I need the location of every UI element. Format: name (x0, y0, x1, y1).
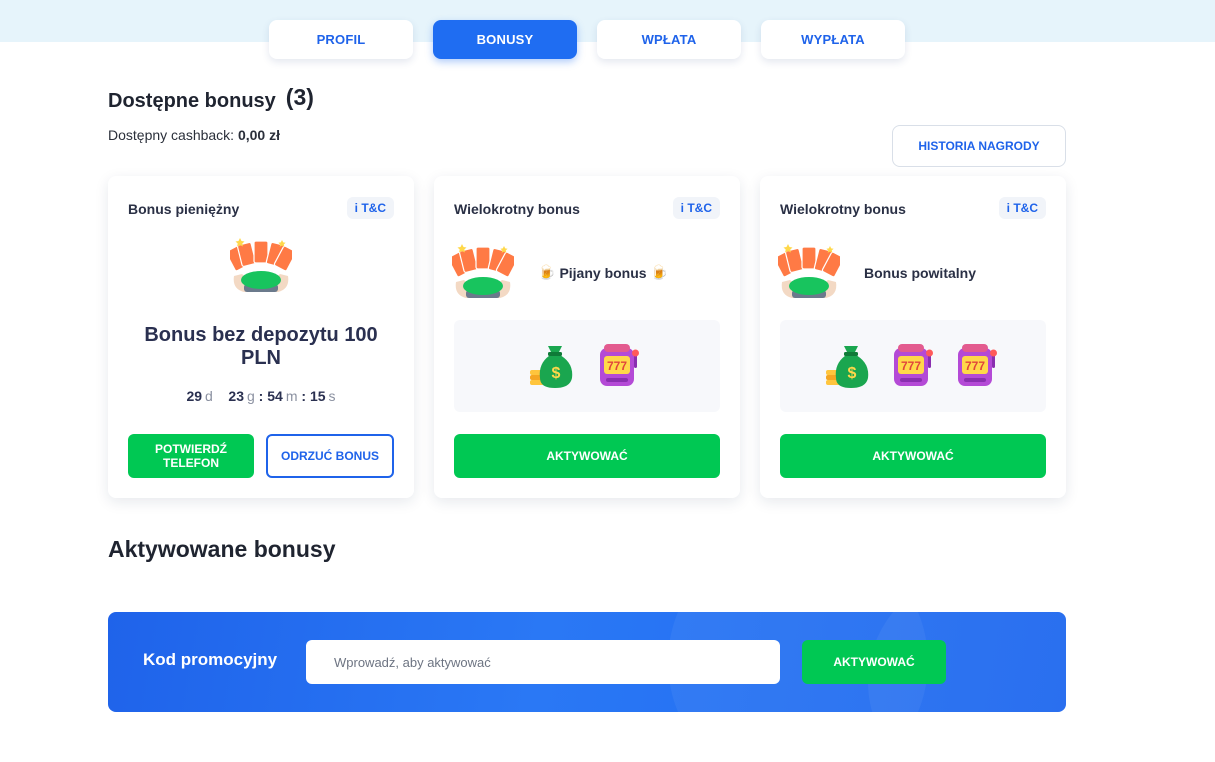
card-title: Bonus pieniężny (128, 201, 240, 217)
countdown-timer: 29 d 23 g : 54 m : 15 s (186, 388, 336, 404)
account-tabs: PROFIL BONUSY WPŁATA WYPŁATA (269, 20, 905, 59)
bonus-name: Bonus powitalny (864, 265, 976, 281)
money-bag-icon (528, 340, 578, 390)
rewards-box (780, 320, 1046, 412)
bonus-card-cash: Bonus pieniężny i T&C Bonus bez depozytu… (108, 176, 414, 498)
playing-cards-icon (230, 234, 292, 296)
tab-bonusy[interactable]: BONUSY (433, 20, 577, 59)
tab-wplata[interactable]: WPŁATA (597, 20, 741, 59)
terms-badge[interactable]: i T&C (346, 197, 394, 219)
slot-machine-icon (952, 340, 1002, 390)
promo-label: Kod promocyjny (143, 650, 278, 669)
card-title: Wielokrotny bonus (780, 201, 906, 217)
bonus-name: Bonus bez depozytu 100 PLN (144, 324, 378, 369)
cashback-label: Dostępny cashback: (108, 127, 235, 143)
slot-machine-icon (888, 340, 938, 390)
playing-cards-icon (778, 240, 840, 302)
promo-activate-button[interactable]: AKTYWOWAĆ (802, 640, 946, 684)
rewards-box (454, 320, 720, 412)
tab-profil[interactable]: PROFIL (269, 20, 413, 59)
bonus-count: (3) (285, 84, 314, 110)
bonus-name: Pijany bonus (559, 264, 647, 281)
playing-cards-icon (452, 240, 514, 302)
reject-bonus-button[interactable]: ODRZUĆ BONUS (266, 434, 394, 478)
timer-days: 29 (186, 388, 203, 404)
beer-icon: 🍺 (538, 264, 556, 280)
confirm-phone-button[interactable]: POTWIERDŹ TELEFON (128, 434, 254, 478)
bonus-name-row: 🍺 Pijany bonus 🍺 (538, 264, 668, 281)
activate-button[interactable]: AKTYWOWAĆ (780, 434, 1046, 478)
activated-bonuses-title: Aktywowane bonusy (108, 536, 336, 562)
cashback-value: 0,00 zł (237, 127, 280, 143)
card-title: Wielokrotny bonus (454, 201, 580, 217)
bonus-name-row: Bonus powitalny (864, 265, 976, 281)
bonus-card-multi-drunk: Wielokrotny bonus i T&C 🍺 Pijany bonus 🍺… (434, 176, 740, 498)
reward-history-button[interactable]: HISTORIA NAGRODY (892, 125, 1066, 167)
section-title: Dostępne bonusy (108, 90, 276, 112)
bonus-card-multi-welcome: Wielokrotny bonus i T&C Bonus powitalny … (760, 176, 1066, 498)
activate-button[interactable]: AKTYWOWAĆ (454, 434, 720, 478)
tab-wyplata[interactable]: WYPŁATA (761, 20, 905, 59)
timer-minutes: 54 (267, 388, 283, 404)
slot-machine-icon (594, 340, 644, 390)
timer-seconds: 15 (309, 388, 326, 404)
promo-code-input[interactable] (306, 640, 780, 684)
terms-badge[interactable]: i T&C (672, 197, 720, 219)
terms-badge[interactable]: i T&C (998, 197, 1046, 219)
beer-icon: 🍺 (650, 264, 668, 280)
timer-hours: 23 (228, 388, 244, 404)
money-bag-icon (824, 340, 874, 390)
cashback-info: Dostępny cashback: 0,00 zł (108, 127, 280, 143)
available-bonuses-heading: Dostępne bonusy (3) (108, 84, 314, 113)
promo-code-panel: Kod promocyjny AKTYWOWAĆ (108, 612, 1066, 712)
